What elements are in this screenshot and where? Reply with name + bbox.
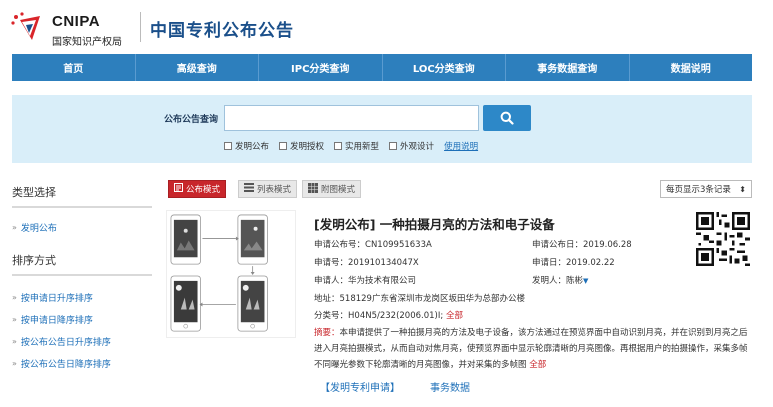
filter-invention-grant[interactable]: 发明授权: [279, 140, 324, 152]
double-chevron-icon: »: [12, 292, 17, 302]
page-header: CNIPA 国家知识产权局 中国专利公布公告: [0, 0, 773, 54]
pub-number-value: CN109951633A: [365, 240, 432, 250]
sort-pub-date-asc[interactable]: » 按公布公告日升序排序: [12, 330, 152, 352]
per-page-select[interactable]: 每页显示3条记录 ⬍: [660, 180, 752, 198]
nav-loc-search[interactable]: LOC分类查询: [383, 54, 506, 81]
pub-date-row: 申请公布日：2019.06.28: [532, 238, 632, 250]
search-filters: 发明公布 发明授权 实用新型 外观设计 使用说明: [224, 140, 478, 152]
app-number-row: 申请号：201910134047X: [314, 256, 419, 268]
search-input[interactable]: [224, 105, 479, 131]
checkbox[interactable]: [334, 142, 343, 150]
address-label: 地址：: [314, 294, 340, 304]
site-title: 中国专利公布公告: [150, 21, 294, 41]
help-link[interactable]: 使用说明: [444, 140, 478, 152]
search-button[interactable]: [483, 105, 531, 131]
updown-caret-icon: ⬍: [739, 184, 746, 194]
filter-utility-model[interactable]: 实用新型: [334, 140, 379, 152]
app-number-value: 201910134047X: [348, 258, 419, 268]
applicant-value: 华为技术有限公司: [348, 276, 417, 286]
patent-drawing-thumbnail[interactable]: [166, 210, 296, 338]
app-date-row: 申请日：2019.02.22: [532, 256, 615, 268]
pub-number-label: 申请公布号：: [314, 240, 366, 250]
abstract: 摘要：本申请提供了一种拍摄月亮的方法及电子设备，该方法通过在预览界面中自动识别月…: [314, 325, 754, 373]
qr-code-icon: [696, 212, 750, 266]
cnipa-logo[interactable]: CNIPA 国家知识产权局: [10, 8, 135, 48]
double-chevron-icon: »: [12, 222, 17, 232]
pub-date-label: 申请公布日：: [532, 240, 584, 250]
results-toolbar: 公布模式 列表模式 附图模式 每页显示3条记录 ⬍: [166, 180, 752, 200]
search-panel: 公布公告查询 发明公布 发明授权 实用新型 外观设计 使用说明: [12, 95, 752, 163]
app-date-value: 2019.02.22: [566, 258, 615, 268]
abstract-all-link[interactable]: 全部: [529, 360, 546, 370]
tab-publication-mode[interactable]: 公布模式: [168, 180, 227, 198]
applicant-label: 申请人：: [314, 276, 349, 286]
type-heading: 类型选择: [12, 178, 152, 208]
filter-design[interactable]: 外观设计: [389, 140, 434, 152]
sort-app-date-desc[interactable]: » 按申请日降序排序: [12, 308, 152, 330]
nav-ipc-search[interactable]: IPC分类查询: [259, 54, 383, 81]
double-chevron-icon: »: [12, 336, 17, 346]
classification-label: 分类号：: [314, 311, 349, 321]
sidebar-item-invention-publication[interactable]: » 发明公布: [12, 216, 152, 238]
classification-row: 分类号：H04N5/232(2006.01)I; 全部: [314, 309, 463, 321]
abstract-label: 摘要：: [314, 328, 340, 338]
checkbox[interactable]: [224, 142, 232, 150]
star-logo-icon: [11, 12, 40, 40]
pub-number-row: 申请公布号：CN109951633A: [314, 238, 432, 250]
main-nav: 首页 高级查询 IPC分类查询 LOC分类查询 事务数据查询 数据说明: [12, 54, 752, 81]
inventor-label: 发明人：: [532, 276, 567, 286]
inventor-dropdown-icon[interactable]: ▼: [583, 277, 588, 285]
tab-list-mode[interactable]: 列表模式: [238, 180, 298, 198]
classification-value: H04N5/232(2006.01)I;: [348, 311, 444, 321]
address-value: 518129广东省深圳市龙岗区坂田华为总部办公楼: [339, 294, 525, 304]
inventor-value: 陈彬: [566, 276, 584, 286]
logo-text-cn: 国家知识产权局: [52, 37, 122, 48]
search-icon: [500, 111, 514, 125]
sort-app-date-asc[interactable]: » 按申请日升序排序: [12, 286, 152, 308]
invention-application-link[interactable]: 【发明专利申请】: [320, 379, 400, 394]
address-row: 地址：518129广东省深圳市龙岗区坂田华为总部办公楼: [314, 292, 525, 304]
double-chevron-icon: »: [12, 358, 17, 368]
document-icon: [174, 183, 183, 195]
result-links: 【发明专利申请】 事务数据: [320, 379, 470, 394]
classification-all-link[interactable]: 全部: [446, 311, 463, 321]
sidebar: 类型选择 » 发明公布 排序方式 » 按申请日升序排序 » 按申请日降序排序 » 按公布…: [12, 178, 152, 374]
applicant-row: 申请人：华为技术有限公司: [314, 274, 416, 286]
app-date-label: 申请日：: [532, 258, 567, 268]
nav-home[interactable]: 首页: [12, 54, 136, 81]
logo-text-en: CNIPA: [52, 13, 101, 30]
app-number-label: 申请号：: [314, 258, 349, 268]
filter-invention-publication[interactable]: 发明公布: [224, 140, 269, 152]
nav-data-description[interactable]: 数据说明: [630, 54, 753, 81]
sort-heading: 排序方式: [12, 246, 152, 276]
checkbox[interactable]: [279, 142, 288, 150]
search-label: 公布公告查询: [164, 115, 219, 125]
nav-advanced-search[interactable]: 高级查询: [136, 54, 259, 81]
transaction-data-link[interactable]: 事务数据: [430, 379, 470, 394]
grid-icon: [308, 182, 318, 196]
pub-date-value: 2019.06.28: [583, 240, 632, 250]
checkbox[interactable]: [389, 142, 398, 150]
double-chevron-icon: »: [12, 314, 17, 324]
nav-transaction-search[interactable]: 事务数据查询: [506, 54, 630, 81]
sort-pub-date-desc[interactable]: » 按公布公告日降序排序: [12, 352, 152, 374]
header-divider: [140, 12, 141, 42]
inventor-row: 发明人：陈彬▼: [532, 274, 588, 286]
tab-image-mode[interactable]: 附图模式: [302, 180, 362, 198]
result-title[interactable]: [发明公布] 一种拍摄月亮的方法和电子设备: [314, 214, 555, 233]
list-icon: [244, 183, 254, 195]
